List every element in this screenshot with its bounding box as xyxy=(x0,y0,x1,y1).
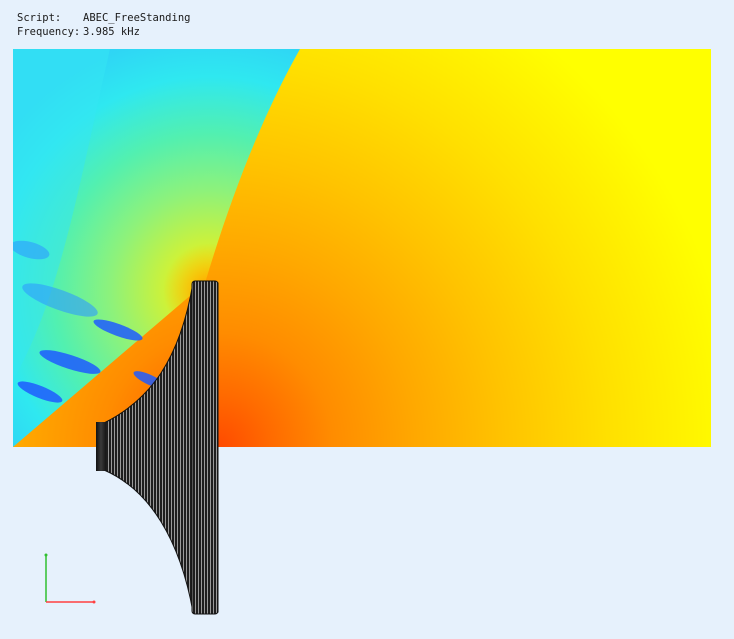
horn-throat xyxy=(96,422,106,471)
axis-triad xyxy=(44,553,96,604)
pressure-field xyxy=(13,49,711,447)
horn-mouth xyxy=(191,280,219,615)
viewport[interactable] xyxy=(0,0,734,639)
